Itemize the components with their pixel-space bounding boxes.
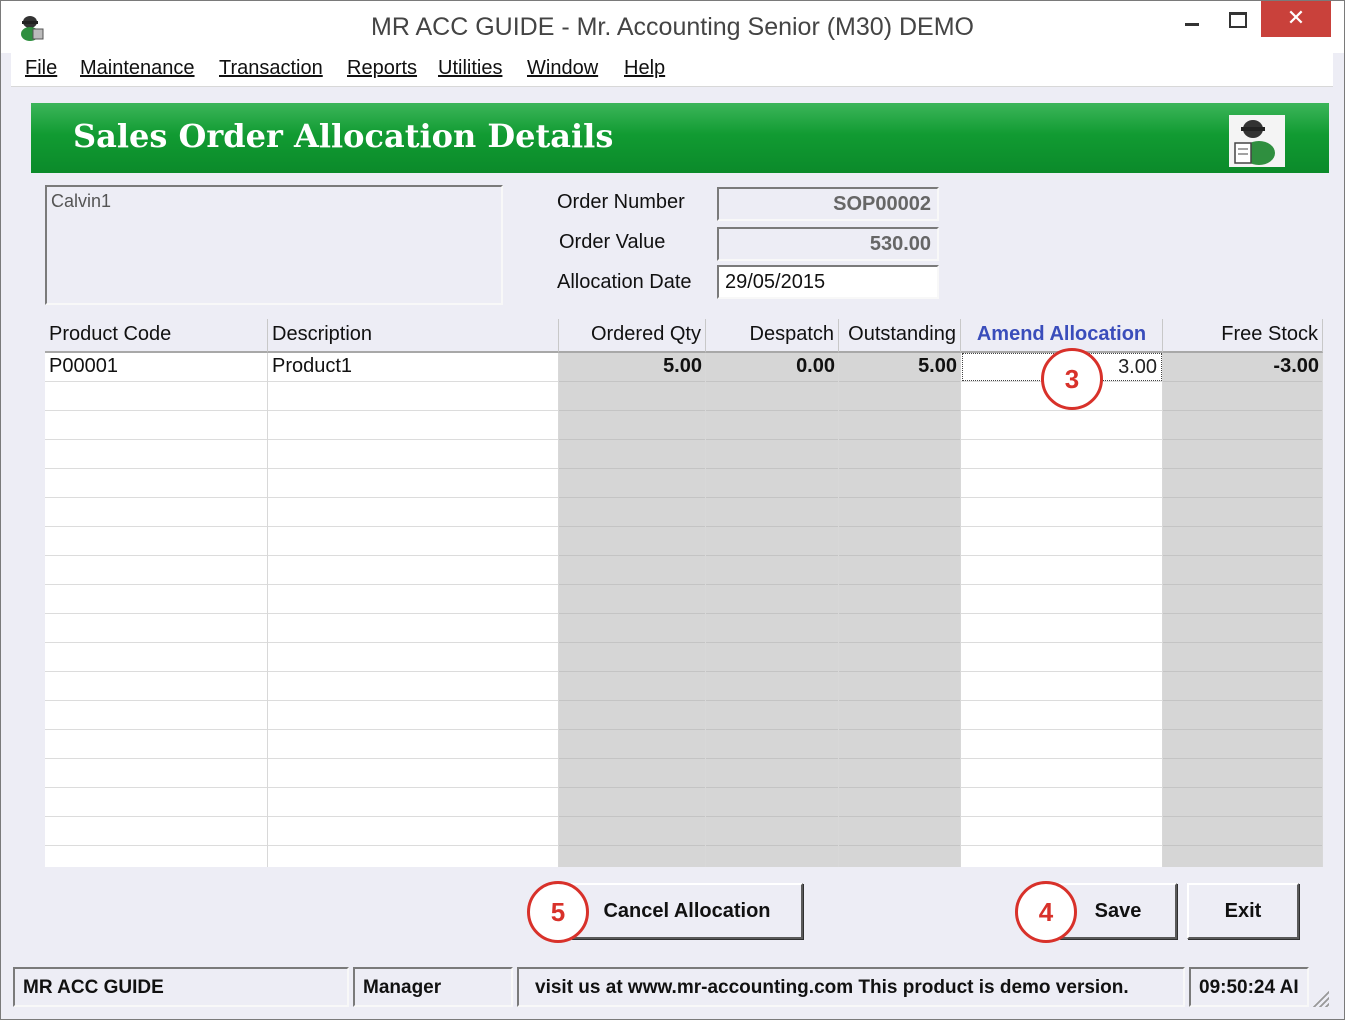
callout-step-5: 5: [527, 881, 589, 943]
form-header-banner: Sales Order Allocation Details: [31, 103, 1329, 173]
customer-name-box: Calvin1: [45, 185, 503, 305]
column-ordered-qty: [559, 353, 706, 867]
allocation-date-field[interactable]: 29/05/2015: [717, 265, 939, 299]
column-header-amend-allocation[interactable]: Amend Allocation: [961, 319, 1163, 353]
order-value-field: 530.00: [717, 227, 939, 261]
application-window: MR ACC GUIDE - Mr. Accounting Senior (M3…: [0, 0, 1345, 1020]
exit-button[interactable]: Exit: [1187, 883, 1299, 939]
column-amend-allocation: [961, 353, 1163, 867]
callout-step-3: 3: [1041, 348, 1103, 410]
cancel-allocation-label: Cancel Allocation: [603, 900, 771, 922]
resize-grip-icon[interactable]: [1311, 989, 1329, 1007]
column-outstanding: [839, 353, 961, 867]
column-header-outstanding[interactable]: Outstanding: [839, 319, 961, 353]
window-title: MR ACC GUIDE - Mr. Accounting Senior (M3…: [371, 13, 974, 41]
status-message: visit us at www.mr-accounting.com This p…: [517, 967, 1185, 1007]
status-bar: MR ACC GUIDE Manager visit us at www.mr-…: [11, 965, 1333, 1011]
menu-reports[interactable]: Reports: [347, 57, 417, 80]
cancel-allocation-button[interactable]: Cancel Allocation: [571, 883, 803, 939]
close-icon: ✕: [1286, 6, 1306, 31]
title-bar[interactable]: MR ACC GUIDE - Mr. Accounting Senior (M3…: [1, 1, 1344, 53]
status-app-name: MR ACC GUIDE: [13, 967, 349, 1007]
menu-transaction[interactable]: Transaction: [219, 57, 323, 80]
column-description: [268, 353, 559, 867]
maximize-button[interactable]: [1215, 1, 1259, 37]
allocation-date-label: Allocation Date: [557, 271, 692, 293]
menu-bar: File Maintenance Transaction Reports Uti…: [11, 53, 1333, 87]
form-title: Sales Order Allocation Details: [73, 117, 614, 155]
cell-ordered-qty: 5.00: [663, 355, 702, 377]
allocation-grid: Product Code Description Ordered Qty Des…: [45, 319, 1323, 867]
cell-product-code[interactable]: P00001: [45, 353, 268, 381]
form-area: Sales Order Allocation Details Calvin1 O…: [11, 89, 1333, 965]
menu-window[interactable]: Window: [527, 57, 598, 80]
column-header-ordered-qty[interactable]: Ordered Qty: [559, 319, 706, 353]
menu-utilities[interactable]: Utilities: [438, 57, 502, 80]
menu-file[interactable]: File: [25, 57, 57, 80]
menu-maintenance[interactable]: Maintenance: [80, 57, 195, 80]
minimize-button[interactable]: [1169, 1, 1213, 37]
order-number-field: SOP00002: [717, 187, 939, 221]
accountant-icon: [1229, 115, 1285, 167]
cell-outstanding: 5.00: [918, 355, 957, 377]
column-header-description[interactable]: Description: [268, 319, 559, 353]
callout-step-4: 4: [1015, 881, 1077, 943]
status-user: Manager: [353, 967, 513, 1007]
exit-label: Exit: [1224, 900, 1262, 922]
order-value-label: Order Value: [559, 231, 666, 253]
column-product-code: [45, 353, 268, 867]
close-button[interactable]: ✕: [1261, 1, 1331, 37]
save-label: Save: [1094, 900, 1142, 922]
column-despatch: [706, 353, 839, 867]
order-number-label: Order Number: [557, 191, 685, 213]
status-clock: 09:50:24 AI: [1189, 967, 1309, 1007]
column-header-despatch[interactable]: Despatch: [706, 319, 839, 353]
column-header-product-code[interactable]: Product Code: [45, 319, 268, 353]
cell-description[interactable]: Product1: [268, 353, 559, 381]
menu-help[interactable]: Help: [624, 57, 665, 80]
cell-free-stock: -3.00: [1273, 355, 1319, 377]
column-header-free-stock[interactable]: Free Stock: [1163, 319, 1323, 353]
column-free-stock: [1163, 353, 1323, 867]
cell-despatch: 0.00: [796, 355, 835, 377]
